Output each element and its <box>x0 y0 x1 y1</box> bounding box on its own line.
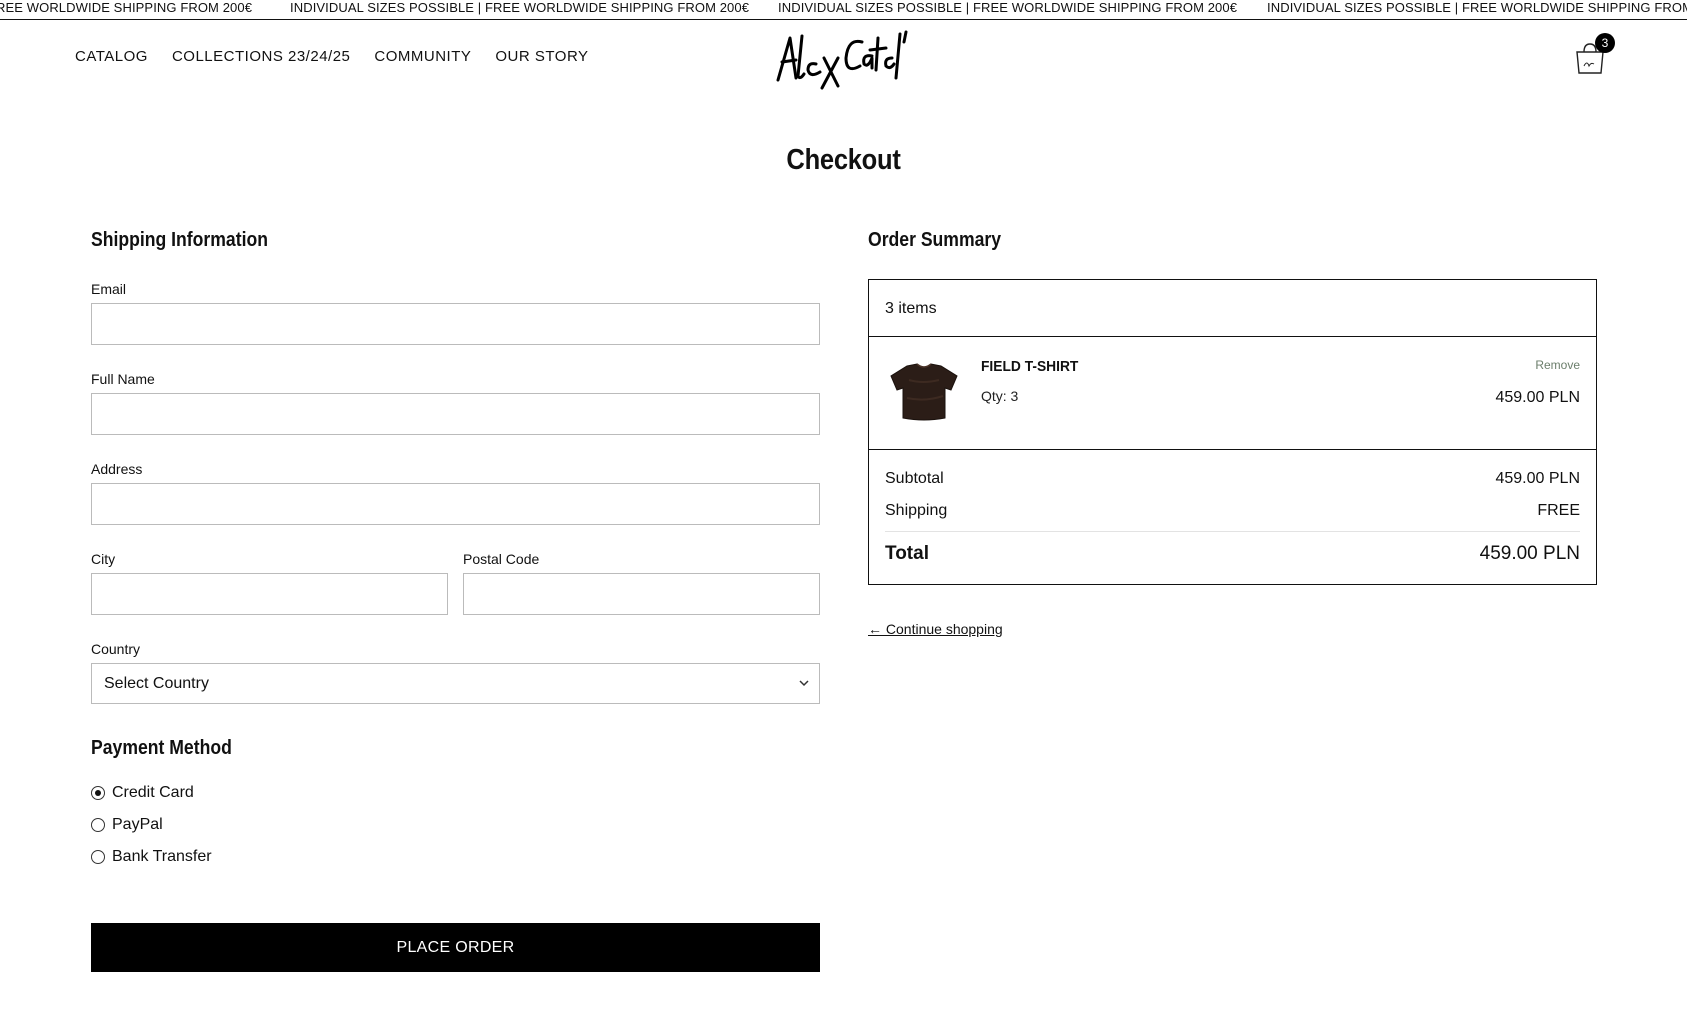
announcement-text: INDIVIDUAL SIZES POSSIBLE | FREE WORLDWI… <box>778 0 1238 15</box>
full-name-field[interactable] <box>91 393 820 435</box>
radio-button[interactable] <box>91 850 105 864</box>
page-title: Checkout <box>786 144 901 176</box>
divider <box>869 336 1596 337</box>
product-thumbnail <box>890 363 958 421</box>
chevron-down-icon <box>799 680 809 687</box>
address-field[interactable] <box>91 483 820 525</box>
nav-our-story[interactable]: OUR STORY <box>495 48 588 66</box>
email-input[interactable] <box>92 304 819 344</box>
product-price: 459.00 PLN <box>1495 389 1580 406</box>
announcement-text: INDIVIDUAL SIZES POSSIBLE | FREE WORLDWI… <box>1267 0 1687 15</box>
announcement-text: INDIVIDUAL SIZES POSSIBLE | FREE WORLDWI… <box>290 0 750 15</box>
order-summary-box: 3 items FIELD T-SHIRT Qty: 3 Remove 459.… <box>868 279 1597 585</box>
payment-option-label: Bank Transfer <box>112 848 212 865</box>
remove-item-link[interactable]: Remove <box>1535 358 1580 372</box>
place-order-button[interactable]: PLACE ORDER <box>91 923 820 972</box>
main-nav: CATALOG COLLECTIONS 23/24/25 COMMUNITY O… <box>75 48 613 66</box>
country-select-value: Select Country <box>104 675 209 692</box>
country-select[interactable]: Select Country <box>91 663 820 704</box>
radio-button[interactable] <box>91 818 105 832</box>
order-summary-heading: Order Summary <box>868 229 1002 251</box>
announcement-bar: REE WORLDWIDE SHIPPING FROM 200€ INDIVID… <box>0 0 1687 20</box>
payment-option-label: PayPal <box>112 816 163 833</box>
brand-logo[interactable] <box>774 28 916 90</box>
country-label: Country <box>91 641 141 657</box>
total-label: Total <box>885 543 929 564</box>
nav-collections[interactable]: COLLECTIONS 23/24/25 <box>172 48 350 66</box>
subtotal-value: 459.00 PLN <box>1495 470 1580 487</box>
address-input[interactable] <box>92 484 819 524</box>
radio-button[interactable] <box>91 786 105 800</box>
address-label: Address <box>91 461 143 477</box>
nav-catalog[interactable]: CATALOG <box>75 48 148 66</box>
email-label: Email <box>91 281 127 297</box>
shipping-row: Shipping FREE <box>885 502 1580 520</box>
city-label: City <box>91 551 116 567</box>
full-name-input[interactable] <box>92 394 819 434</box>
payment-option-label: Credit Card <box>112 784 194 801</box>
divider <box>885 531 1580 532</box>
city-field[interactable] <box>91 573 448 615</box>
items-count: 3 items <box>885 300 937 317</box>
nav-community[interactable]: COMMUNITY <box>374 48 471 66</box>
total-row: Total 459.00 PLN <box>885 543 1580 565</box>
shipping-value: FREE <box>1537 502 1580 519</box>
shipping-heading: Shipping Information <box>91 229 268 251</box>
subtotal-row: Subtotal 459.00 PLN <box>885 470 1580 488</box>
postal-code-label: Postal Code <box>463 551 540 567</box>
divider <box>869 449 1596 450</box>
shipping-label: Shipping <box>885 502 948 519</box>
product-quantity: Qty: 3 <box>981 388 1019 404</box>
product-name: FIELD T-SHIRT <box>981 358 1079 375</box>
postal-code-field[interactable] <box>463 573 820 615</box>
full-name-label: Full Name <box>91 371 155 387</box>
payment-heading: Payment Method <box>91 737 232 759</box>
announcement-text: REE WORLDWIDE SHIPPING FROM 200€ <box>0 0 253 15</box>
payment-option-credit-card[interactable]: Credit Card <box>91 784 194 802</box>
email-field[interactable] <box>91 303 820 345</box>
continue-shopping-link[interactable]: ← Continue shopping <box>868 621 1003 637</box>
subtotal-label: Subtotal <box>885 470 944 487</box>
payment-option-bank-transfer[interactable]: Bank Transfer <box>91 848 212 866</box>
payment-option-paypal[interactable]: PayPal <box>91 816 163 834</box>
city-input[interactable] <box>92 574 447 614</box>
total-value: 459.00 PLN <box>1479 543 1580 564</box>
postal-code-input[interactable] <box>464 574 819 614</box>
cart-count-badge: 3 <box>1595 33 1615 53</box>
